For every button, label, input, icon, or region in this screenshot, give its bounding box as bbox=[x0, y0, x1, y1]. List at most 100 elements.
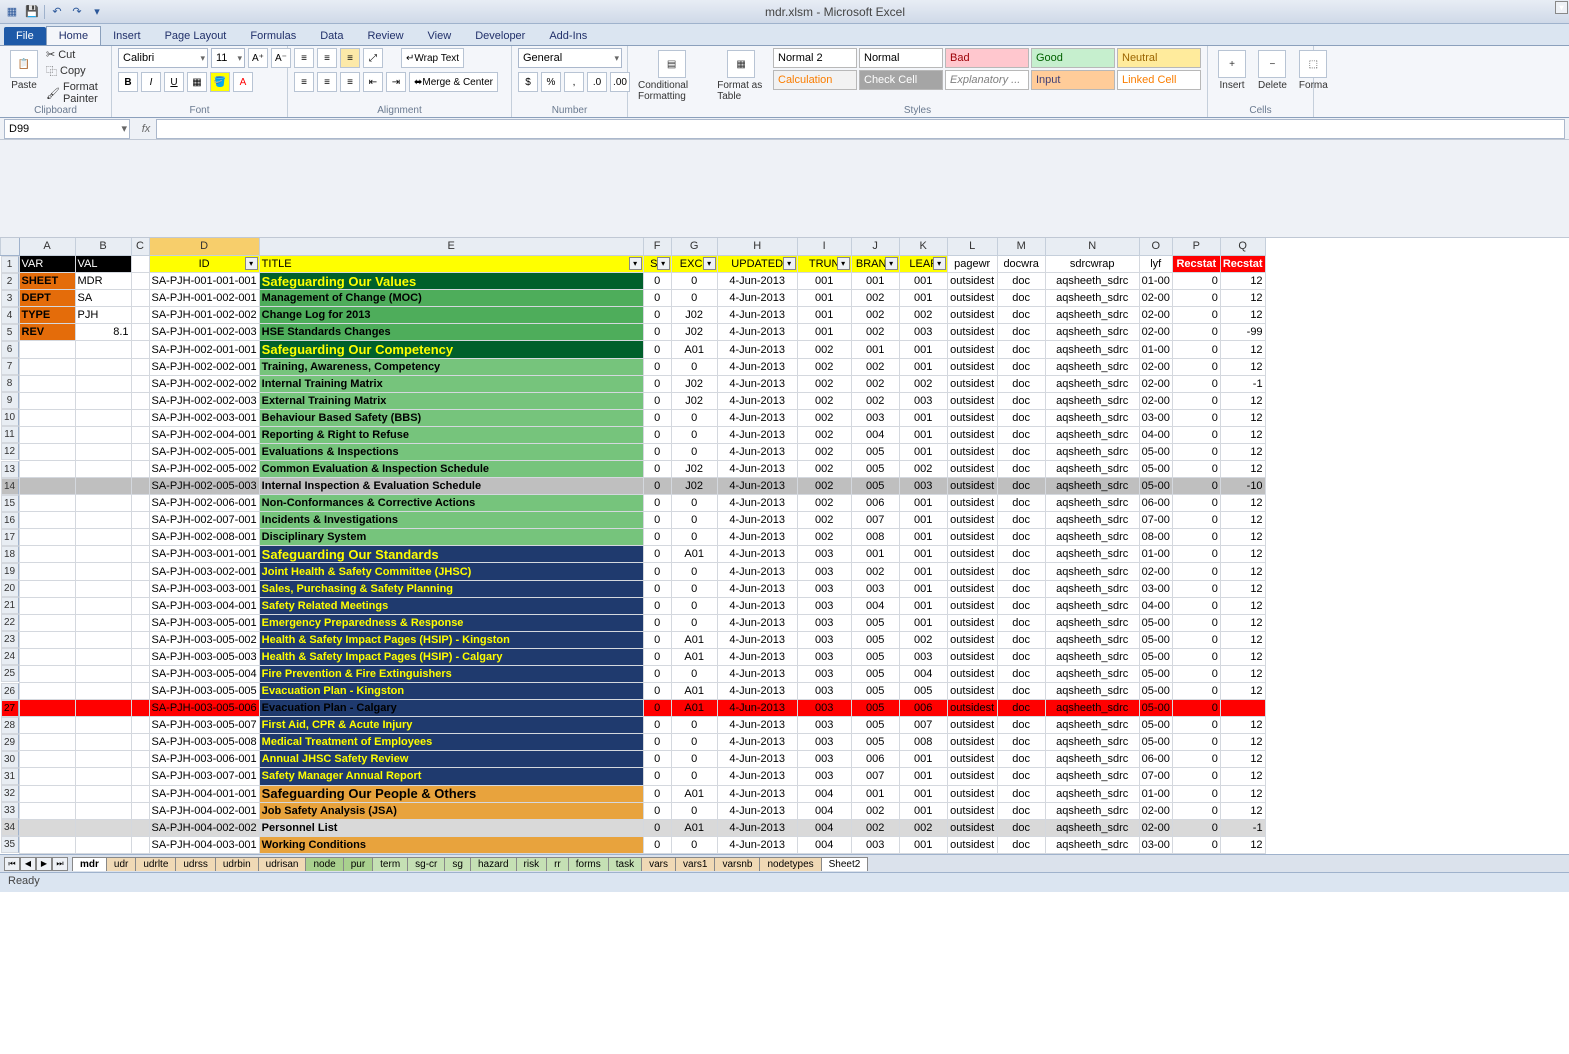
cell[interactable]: 002 bbox=[797, 409, 851, 426]
cell[interactable] bbox=[19, 631, 75, 648]
col-header-E[interactable]: E bbox=[259, 238, 643, 255]
cell[interactable]: 0 bbox=[1172, 717, 1220, 734]
align-center-icon[interactable]: ≡ bbox=[317, 72, 337, 92]
cell[interactable]: 0 bbox=[1172, 443, 1220, 460]
cell[interactable] bbox=[131, 392, 149, 409]
cell[interactable]: outsidest bbox=[947, 358, 997, 375]
cell[interactable] bbox=[131, 255, 149, 273]
cell[interactable]: 0 bbox=[671, 409, 717, 426]
cell[interactable]: 4-Jun-2013 bbox=[717, 597, 797, 614]
cell[interactable] bbox=[75, 631, 131, 648]
cell[interactable]: outsidest bbox=[947, 512, 997, 529]
cell-title[interactable]: Emergency Preparedness & Response bbox=[259, 614, 643, 631]
cell[interactable]: aqsheeth_sdrc bbox=[1045, 700, 1139, 717]
cell[interactable]: 4-Jun-2013 bbox=[717, 563, 797, 580]
cell[interactable]: 12 bbox=[1220, 341, 1265, 358]
row-header[interactable]: 9 bbox=[1, 392, 19, 409]
cell[interactable]: 0 bbox=[671, 529, 717, 546]
cell[interactable]: 4-Jun-2013 bbox=[717, 546, 797, 563]
cell[interactable]: doc bbox=[997, 819, 1045, 836]
cell[interactable]: 02-00 bbox=[1139, 375, 1172, 392]
cell[interactable] bbox=[75, 768, 131, 785]
copy-button[interactable]: ⿻ Copy bbox=[46, 63, 105, 79]
cell[interactable]: 0 bbox=[1172, 563, 1220, 580]
orientation-icon[interactable]: ⤢ bbox=[363, 48, 383, 68]
cell[interactable] bbox=[131, 614, 149, 631]
cell[interactable]: 0 bbox=[671, 734, 717, 751]
cell[interactable]: 01-00 bbox=[1139, 273, 1172, 290]
cell[interactable]: 0 bbox=[643, 307, 671, 324]
cell[interactable] bbox=[19, 700, 75, 717]
cell[interactable] bbox=[19, 392, 75, 409]
cell[interactable]: 002 bbox=[851, 307, 899, 324]
cell[interactable]: 8.1 bbox=[75, 324, 131, 341]
fill-color-button[interactable]: 🪣 bbox=[210, 72, 230, 92]
cell-title[interactable]: Management of Change (MOC) bbox=[259, 290, 643, 307]
cell-title[interactable]: Non-Conformances & Corrective Actions bbox=[259, 495, 643, 512]
ribbon-tab-file[interactable]: File bbox=[4, 27, 46, 45]
cell[interactable]: 002 bbox=[797, 426, 851, 443]
cell[interactable]: 003 bbox=[851, 409, 899, 426]
cell-id[interactable]: SA-PJH-001-002-003 bbox=[149, 324, 259, 341]
cell[interactable]: 04-00 bbox=[1139, 426, 1172, 443]
cell[interactable]: doc bbox=[997, 529, 1045, 546]
cell[interactable]: doc bbox=[997, 461, 1045, 478]
cell[interactable]: 02-00 bbox=[1139, 392, 1172, 409]
row-header[interactable]: 23 bbox=[1, 631, 19, 648]
delete-cells-button[interactable]: −Delete bbox=[1254, 48, 1291, 93]
cell[interactable]: A01 bbox=[671, 785, 717, 802]
cell[interactable]: 003 bbox=[797, 768, 851, 785]
align-middle-icon[interactable]: ≡ bbox=[317, 48, 337, 68]
cell[interactable] bbox=[75, 512, 131, 529]
cell[interactable]: aqsheeth_sdrc bbox=[1045, 665, 1139, 682]
cell[interactable]: 0 bbox=[671, 290, 717, 307]
cell[interactable] bbox=[131, 717, 149, 734]
cell[interactable]: outsidest bbox=[947, 700, 997, 717]
cell[interactable]: outsidest bbox=[947, 375, 997, 392]
cell[interactable]: 12 bbox=[1220, 358, 1265, 375]
merge-center-button[interactable]: ⬌ Merge & Center bbox=[409, 72, 498, 92]
cell-id[interactable]: SA-PJH-004-002-002 bbox=[149, 819, 259, 836]
cell-id[interactable]: SA-PJH-002-005-002 bbox=[149, 461, 259, 478]
cell[interactable] bbox=[75, 734, 131, 751]
cell[interactable]: 0 bbox=[671, 597, 717, 614]
cell[interactable] bbox=[75, 529, 131, 546]
style-cell[interactable]: Calculation bbox=[773, 70, 857, 90]
style-cell[interactable]: Explanatory ... bbox=[945, 70, 1029, 90]
cell-id[interactable]: SA-PJH-001-002-002 bbox=[149, 307, 259, 324]
cell[interactable]: doc bbox=[997, 324, 1045, 341]
cell[interactable]: 0 bbox=[1172, 341, 1220, 358]
cell[interactable]: aqsheeth_sdrc bbox=[1045, 768, 1139, 785]
filter-dropdown-icon[interactable]: ▾ bbox=[245, 257, 258, 270]
filter-dropdown-icon[interactable]: ▾ bbox=[933, 257, 946, 270]
cell[interactable]: 0 bbox=[1172, 819, 1220, 836]
cell-title[interactable]: Common Evaluation & Inspection Schedule bbox=[259, 461, 643, 478]
cell[interactable]: doc bbox=[997, 392, 1045, 409]
cell[interactable] bbox=[131, 683, 149, 700]
row-header[interactable]: 6 bbox=[1, 341, 19, 358]
cell[interactable]: aqsheeth_sdrc bbox=[1045, 836, 1139, 853]
cell[interactable]: 0 bbox=[643, 426, 671, 443]
cell[interactable]: 001 bbox=[899, 443, 947, 460]
cell-id[interactable]: SA-PJH-003-006-001 bbox=[149, 751, 259, 768]
cell[interactable]: outsidest bbox=[947, 324, 997, 341]
row-header[interactable]: 30 bbox=[1, 751, 19, 768]
cell-title[interactable]: Fire Prevention & Fire Extinguishers bbox=[259, 665, 643, 682]
cell[interactable]: aqsheeth_sdrc bbox=[1045, 307, 1139, 324]
cell[interactable]: 0 bbox=[643, 358, 671, 375]
cell-title[interactable]: Safeguarding Our Competency bbox=[259, 341, 643, 358]
cell-title[interactable]: Change Log for 2013 bbox=[259, 307, 643, 324]
first-sheet-icon[interactable]: ⏮ bbox=[4, 857, 20, 871]
cell[interactable]: 0 bbox=[1172, 546, 1220, 563]
cell-id[interactable]: SA-PJH-001-002-001 bbox=[149, 290, 259, 307]
cell[interactable]: doc bbox=[997, 717, 1045, 734]
cell[interactable]: 4-Jun-2013 bbox=[717, 495, 797, 512]
cell[interactable]: 05-00 bbox=[1139, 478, 1172, 495]
cell[interactable]: aqsheeth_sdrc bbox=[1045, 546, 1139, 563]
style-cell[interactable]: Neutral bbox=[1117, 48, 1201, 68]
cell[interactable] bbox=[131, 478, 149, 495]
cell[interactable]: 4-Jun-2013 bbox=[717, 358, 797, 375]
sheet-tab-udrss[interactable]: udrss bbox=[175, 857, 215, 871]
cell[interactable] bbox=[19, 375, 75, 392]
cell-id[interactable]: SA-PJH-003-001-001 bbox=[149, 546, 259, 563]
